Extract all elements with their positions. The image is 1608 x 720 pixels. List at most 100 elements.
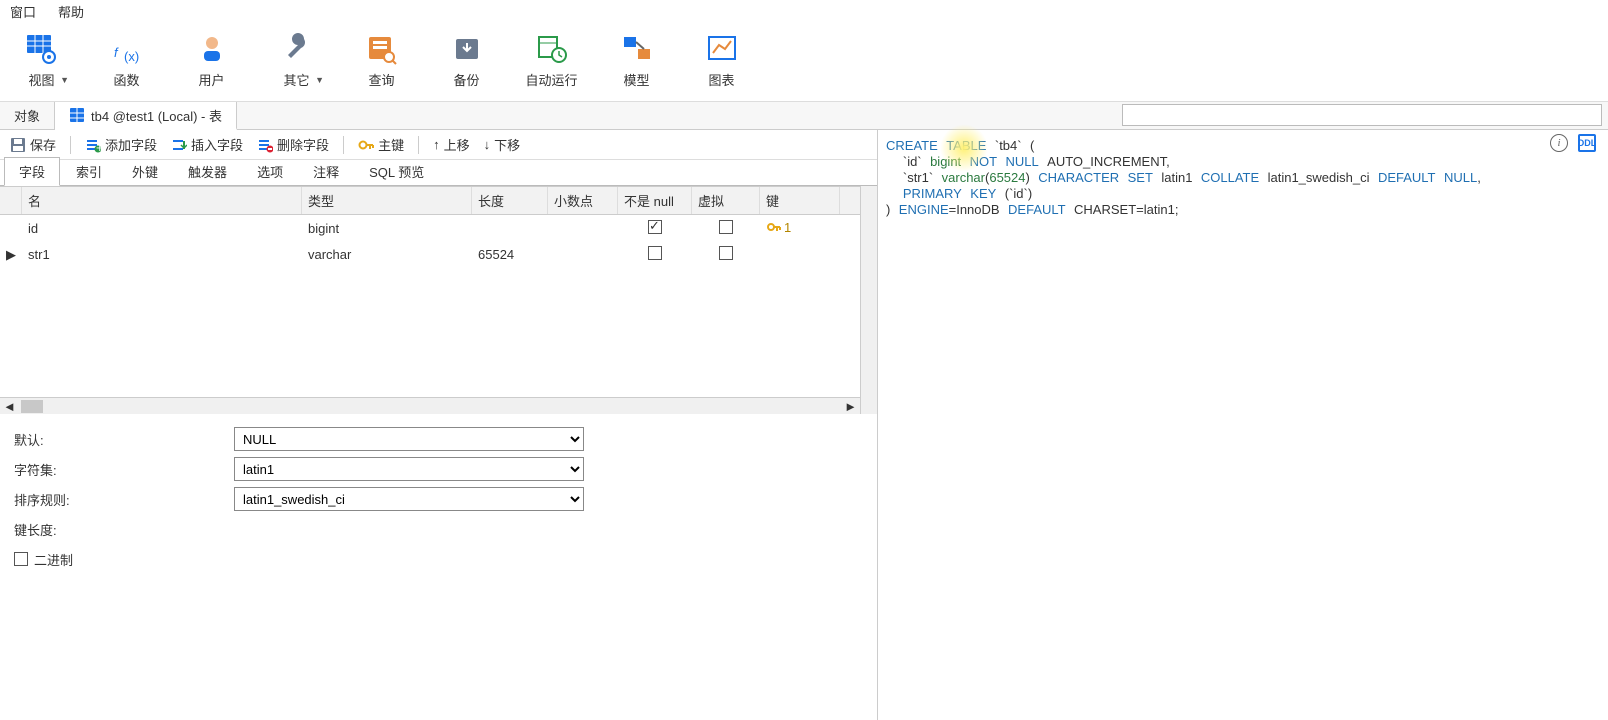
ribbon: 视图 ▼ f(x) 函数 用户 其它 ▼ 查询 备份 自动运行 模型 图表 bbox=[0, 22, 1608, 102]
wrench-icon bbox=[278, 30, 316, 68]
tab-designer[interactable]: tb4 @test1 (Local) - 表 bbox=[55, 102, 237, 130]
menu-window[interactable]: 窗口 bbox=[10, 2, 36, 21]
query-icon bbox=[363, 30, 401, 68]
subtab-options[interactable]: 选项 bbox=[243, 158, 297, 185]
info-icon[interactable]: i bbox=[1550, 134, 1568, 152]
ribbon-autorun[interactable]: 自动运行 bbox=[514, 26, 589, 101]
default-label: 默认: bbox=[14, 430, 234, 449]
add-field-label: 添加字段 bbox=[105, 135, 157, 154]
main-area: 保存 + 添加字段 插入字段 删除字段 主键 ↑ 上 bbox=[0, 130, 1608, 720]
backup-icon bbox=[448, 30, 486, 68]
ribbon-chart[interactable]: 图表 bbox=[684, 26, 759, 101]
table-icon bbox=[69, 107, 85, 123]
virtual-checkbox[interactable] bbox=[719, 220, 733, 234]
user-icon bbox=[193, 30, 231, 68]
ribbon-user-label: 用户 bbox=[198, 70, 224, 89]
svg-text:+: + bbox=[96, 140, 101, 153]
delete-field-label: 删除字段 bbox=[277, 135, 329, 154]
subtab-foreign-keys[interactable]: 外键 bbox=[118, 158, 172, 185]
cell-decimals[interactable] bbox=[548, 251, 618, 259]
cell-type[interactable]: varchar bbox=[302, 243, 472, 266]
ribbon-function-label: 函数 bbox=[113, 70, 139, 89]
menu-bar: 窗口 帮助 bbox=[0, 0, 1608, 22]
col-virtual[interactable]: 虚拟 bbox=[692, 187, 760, 214]
vertical-scrollbar[interactable] bbox=[860, 186, 877, 414]
save-button[interactable]: 保存 bbox=[6, 133, 60, 156]
pk-label: 主键 bbox=[378, 135, 404, 154]
row-selector[interactable]: ▶ bbox=[0, 243, 22, 267]
row-selector[interactable] bbox=[0, 225, 22, 233]
col-length[interactable]: 长度 bbox=[472, 187, 548, 214]
horizontal-scrollbar[interactable]: ◄► bbox=[0, 397, 860, 414]
delete-field-icon bbox=[257, 137, 273, 153]
ribbon-model[interactable]: 模型 bbox=[599, 26, 674, 101]
insert-field-button[interactable]: 插入字段 bbox=[167, 133, 247, 156]
separator bbox=[343, 136, 344, 154]
tab-objects[interactable]: 对象 bbox=[0, 102, 55, 129]
notnull-checkbox[interactable] bbox=[648, 220, 662, 234]
table-eye-icon bbox=[23, 30, 61, 68]
ribbon-backup[interactable]: 备份 bbox=[429, 26, 504, 101]
collation-label: 排序规则: bbox=[14, 490, 234, 509]
menu-help[interactable]: 帮助 bbox=[58, 2, 84, 21]
subtab-comment[interactable]: 注释 bbox=[299, 158, 353, 185]
ribbon-chart-label: 图表 bbox=[708, 70, 734, 89]
notnull-checkbox[interactable] bbox=[648, 246, 662, 260]
subtab-indexes[interactable]: 索引 bbox=[62, 158, 116, 185]
ribbon-view[interactable]: 视图 ▼ bbox=[4, 26, 79, 101]
tab-designer-label: tb4 @test1 (Local) - 表 bbox=[91, 106, 222, 125]
ribbon-user[interactable]: 用户 bbox=[174, 26, 249, 101]
cell-length[interactable] bbox=[472, 225, 548, 233]
subtab-sql-preview[interactable]: SQL 预览 bbox=[355, 158, 438, 185]
insert-field-label: 插入字段 bbox=[191, 135, 243, 154]
ddl-panel: i DDL CREATE TABLE `tb4` ( `id` bigint N… bbox=[878, 130, 1608, 720]
collation-select[interactable]: latin1_swedish_ci bbox=[234, 487, 584, 511]
ribbon-other-label: 其它 bbox=[283, 70, 309, 89]
insert-field-icon bbox=[171, 137, 187, 153]
col-type[interactable]: 类型 bbox=[302, 187, 472, 214]
primary-key-indicator: 1 bbox=[766, 219, 791, 235]
delete-field-button[interactable]: 删除字段 bbox=[253, 133, 333, 156]
col-notnull[interactable]: 不是 null bbox=[618, 187, 692, 214]
table-row[interactable]: id bigint 1 bbox=[0, 215, 860, 242]
move-up-button[interactable]: ↑ 上移 bbox=[429, 133, 474, 156]
ddl-icon[interactable]: DDL bbox=[1578, 134, 1596, 152]
cell-name[interactable]: id bbox=[22, 217, 302, 240]
chart-icon bbox=[703, 30, 741, 68]
ribbon-backup-label: 备份 bbox=[453, 70, 479, 89]
field-properties: 默认: NULL 字符集: latin1 排序规则: latin1_swedis… bbox=[0, 414, 877, 584]
ribbon-query-label: 查询 bbox=[368, 70, 394, 89]
virtual-checkbox[interactable] bbox=[719, 246, 733, 260]
model-icon bbox=[618, 30, 656, 68]
filter-input[interactable] bbox=[1122, 104, 1602, 126]
cell-key[interactable] bbox=[760, 251, 840, 259]
save-label: 保存 bbox=[30, 135, 56, 154]
charset-select[interactable]: latin1 bbox=[234, 457, 584, 481]
cell-decimals[interactable] bbox=[548, 225, 618, 233]
subtab-triggers[interactable]: 触发器 bbox=[174, 158, 241, 185]
default-select[interactable]: NULL bbox=[234, 427, 584, 451]
binary-checkbox[interactable] bbox=[14, 552, 28, 566]
primary-key-button[interactable]: 主键 bbox=[354, 133, 408, 156]
add-field-button[interactable]: + 添加字段 bbox=[81, 133, 161, 156]
cell-name[interactable]: str1 bbox=[22, 243, 302, 266]
save-icon bbox=[10, 137, 26, 153]
chevron-down-icon: ▼ bbox=[60, 75, 69, 85]
cell-type[interactable]: bigint bbox=[302, 217, 472, 240]
ribbon-query[interactable]: 查询 bbox=[344, 26, 419, 101]
col-name[interactable]: 名 bbox=[22, 187, 302, 214]
move-down-button[interactable]: ↓ 下移 bbox=[480, 133, 525, 156]
ribbon-function[interactable]: f(x) 函数 bbox=[89, 26, 164, 101]
binary-checkbox-row[interactable]: 二进制 bbox=[14, 550, 73, 569]
sql-text: CREATE TABLE `tb4` ( `id` bigint NOT NUL… bbox=[886, 138, 1608, 218]
ribbon-other[interactable]: 其它 ▼ bbox=[259, 26, 334, 101]
key-icon bbox=[358, 137, 374, 153]
table-row[interactable]: ▶ str1 varchar 65524 bbox=[0, 242, 860, 267]
col-decimals[interactable]: 小数点 bbox=[548, 187, 618, 214]
ribbon-view-label: 视图 bbox=[28, 70, 54, 89]
arrow-up-icon: ↑ bbox=[433, 137, 440, 152]
subtab-fields[interactable]: 字段 bbox=[4, 157, 60, 186]
designer-subtabs: 字段 索引 外键 触发器 选项 注释 SQL 预览 bbox=[0, 160, 877, 186]
col-key[interactable]: 键 bbox=[760, 187, 840, 214]
cell-length[interactable]: 65524 bbox=[472, 243, 548, 266]
